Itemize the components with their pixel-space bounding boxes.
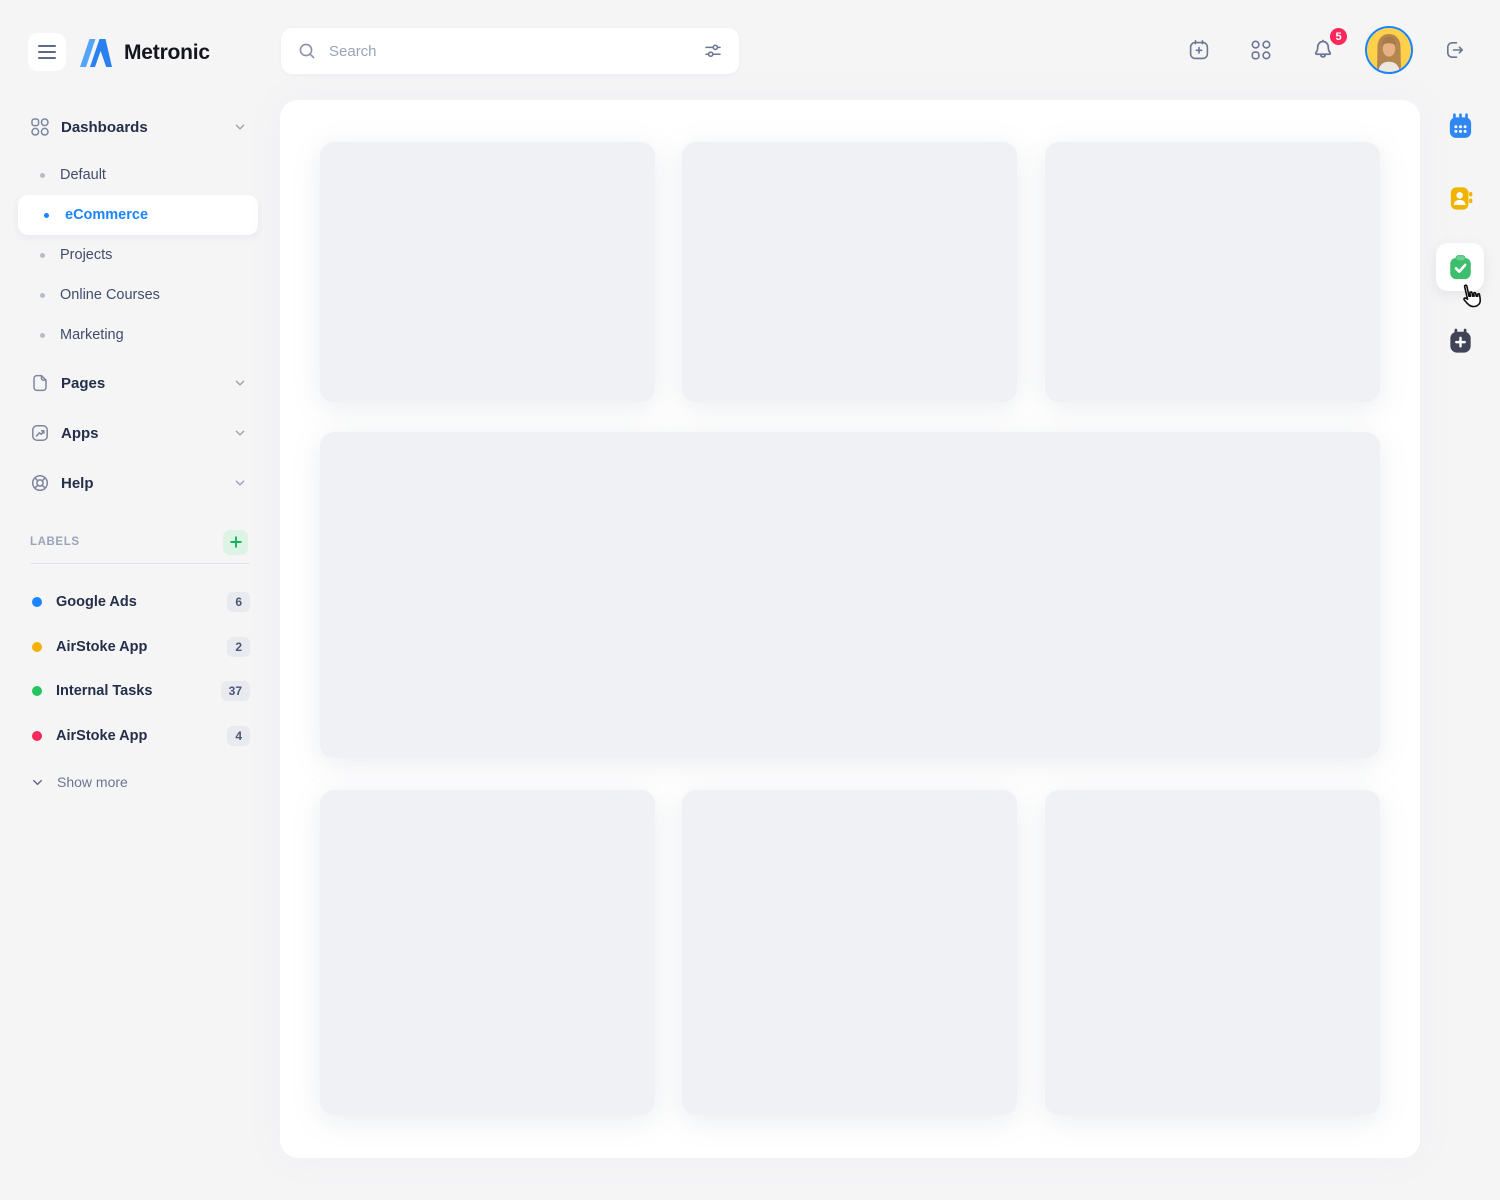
- labels-header: LABELS: [0, 529, 260, 555]
- sidebar-item-ecommerce[interactable]: eCommerce: [0, 198, 260, 232]
- user-avatar[interactable]: [1365, 26, 1413, 74]
- sidebar-section-apps[interactable]: Apps: [0, 416, 260, 450]
- label-color-dot: [32, 731, 42, 741]
- apps-grid-button[interactable]: [1241, 30, 1281, 70]
- sidebar-item-marketing[interactable]: Marketing: [0, 318, 260, 352]
- search-input[interactable]: [329, 43, 703, 60]
- placeholder-widget-6: [1045, 790, 1380, 1115]
- sidebar-item-projects[interactable]: Projects: [0, 238, 260, 272]
- metronic-logo-icon: [78, 36, 114, 70]
- labels-title: LABELS: [30, 536, 80, 548]
- rail-tasks-button[interactable]: [1436, 243, 1484, 291]
- chevron-down-icon: [232, 375, 248, 391]
- notification-badge: 5: [1328, 26, 1349, 47]
- address-book-icon: [1446, 184, 1475, 213]
- logout-icon: [1443, 38, 1467, 62]
- search-bar[interactable]: [280, 27, 740, 75]
- add-label-button[interactable]: [223, 530, 248, 555]
- apps-grid-icon: [1249, 38, 1273, 62]
- label-item-airstoke-app[interactable]: AirStoke App 2: [0, 629, 260, 665]
- sidebar-section-help[interactable]: Help: [0, 466, 260, 500]
- placeholder-widget-wide: [320, 432, 1380, 758]
- calendar-add-icon: [1187, 38, 1211, 62]
- rail-contacts-button[interactable]: [1436, 174, 1484, 222]
- app-logo[interactable]: Metronic: [78, 36, 210, 70]
- rail-calendar-button[interactable]: [1436, 102, 1484, 150]
- notifications-button[interactable]: 5: [1303, 30, 1343, 70]
- label-color-dot: [32, 597, 42, 607]
- help-icon: [30, 473, 50, 493]
- sidebar-item-online-courses[interactable]: Online Courses: [0, 278, 260, 312]
- placeholder-widget-2: [682, 142, 1017, 402]
- dashboards-icon: [30, 117, 50, 137]
- brand-name: Metronic: [124, 41, 210, 65]
- placeholder-widget-4: [320, 790, 655, 1115]
- chevron-down-icon: [232, 475, 248, 491]
- logout-button[interactable]: [1435, 30, 1475, 70]
- labels-divider: [30, 563, 250, 564]
- sidebar-section-dashboards[interactable]: Dashboards: [0, 110, 260, 144]
- label-item-internal-tasks[interactable]: Internal Tasks 37: [0, 673, 260, 709]
- label-item-airstoke-app-2[interactable]: AirStoke App 4: [0, 718, 260, 754]
- pages-icon: [30, 373, 50, 393]
- rail-add-button[interactable]: [1436, 317, 1484, 365]
- label-count-badge: 2: [227, 637, 250, 657]
- placeholder-widget-3: [1045, 142, 1380, 402]
- label-count-badge: 6: [227, 592, 250, 612]
- hamburger-menu-button[interactable]: [28, 33, 66, 71]
- chevron-down-icon: [232, 425, 248, 441]
- search-settings-icon[interactable]: [703, 41, 723, 61]
- label-color-dot: [32, 642, 42, 652]
- apps-icon: [30, 423, 50, 443]
- avatar-image: [1367, 28, 1411, 72]
- placeholder-widget-1: [320, 142, 655, 402]
- label-color-dot: [32, 686, 42, 696]
- label-item-google-ads[interactable]: Google Ads 6: [0, 584, 260, 620]
- search-icon: [297, 41, 317, 61]
- plus-icon: [229, 535, 243, 549]
- calendar-icon: [1446, 112, 1475, 141]
- clipboard-check-icon: [1446, 253, 1475, 282]
- sidebar-section-pages[interactable]: Pages: [0, 366, 260, 400]
- label-count-badge: 4: [227, 726, 250, 746]
- placeholder-widget-5: [682, 790, 1017, 1115]
- calendar-add-button[interactable]: [1179, 30, 1219, 70]
- main-content-card: [280, 100, 1420, 1158]
- chevron-down-icon: [232, 119, 248, 135]
- topbar-actions: 5: [1179, 26, 1475, 74]
- chevron-down-icon: [30, 775, 45, 790]
- show-more-button[interactable]: Show more: [0, 767, 260, 797]
- sidebar-item-default[interactable]: Default: [0, 158, 260, 192]
- label-count-badge: 37: [221, 681, 250, 701]
- add-event-icon: [1446, 327, 1475, 356]
